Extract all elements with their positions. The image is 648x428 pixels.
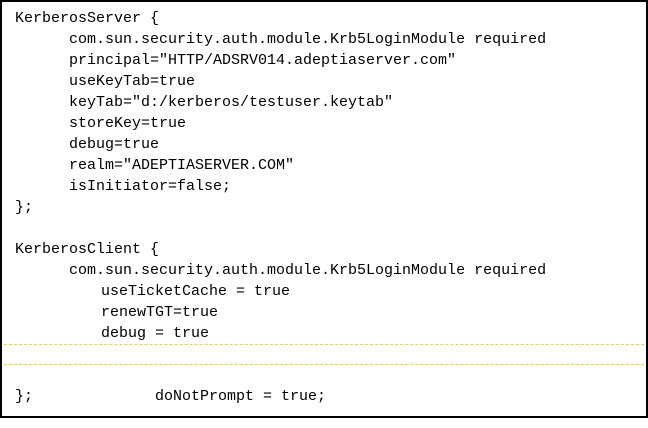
keytab-line: keyTab="d:/kerberos/testuser.keytab" — [69, 94, 394, 111]
code-block: KerberosServer { com.sun.security.auth.m… — [4, 8, 644, 407]
do-not-prompt-text: doNotPrompt = true; — [155, 388, 327, 405]
server-debug-line: debug=true — [69, 136, 160, 153]
client-block-open: KerberosClient { — [15, 241, 160, 258]
server-login-module-line: com.sun.security.auth.module.Krb5LoginMo… — [69, 31, 547, 48]
server-block-close: }; — [15, 199, 34, 216]
principal-line: principal="HTTP/ADSRV014.adeptiaserver.c… — [69, 52, 457, 69]
renew-tgt-line: renewTGT=true — [101, 304, 219, 321]
is-initiator-line: isInitiator=false; — [69, 178, 232, 195]
realm-line: realm="ADEPTIASERVER.COM" — [69, 157, 295, 174]
server-block-open: KerberosServer { — [15, 10, 160, 27]
line-highlight-band — [4, 344, 644, 365]
client-login-module-line: com.sun.security.auth.module.Krb5LoginMo… — [69, 262, 547, 279]
code-snippet-frame: KerberosServer { com.sun.security.auth.m… — [0, 0, 648, 418]
use-ticket-cache-line: useTicketCache = true — [101, 283, 291, 300]
do-not-prompt-line: doNotPrompt = true; — [4, 344, 644, 405]
client-debug-line: debug = true — [101, 325, 210, 342]
store-key-line: storeKey=true — [69, 115, 187, 132]
use-keytab-line: useKeyTab=true — [69, 73, 196, 90]
